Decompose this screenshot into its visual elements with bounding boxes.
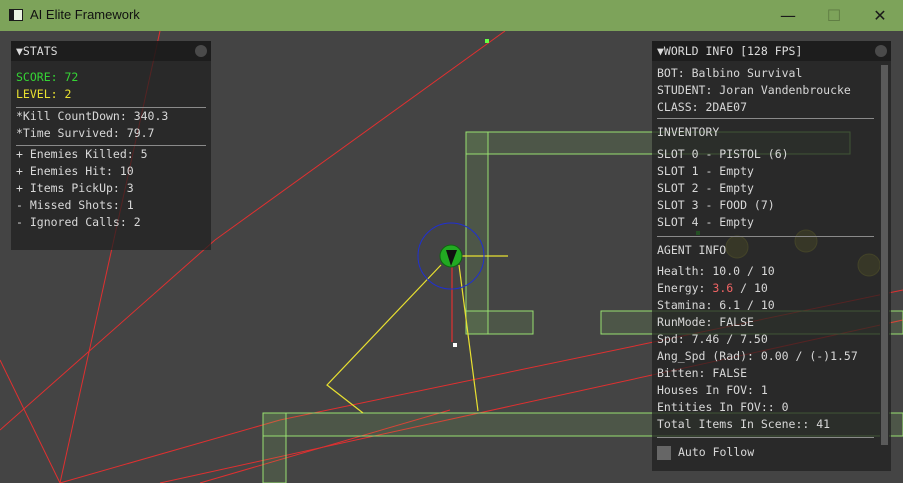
- enemies-killed-label: + Enemies Killed: 5: [16, 147, 148, 161]
- items-pickup-label: + Items PickUp: 3: [16, 181, 134, 195]
- total-items-label: Total Items In Scene:: 41: [657, 417, 831, 431]
- game-viewport[interactable]: ▼STATS SCORE: 72 LEVEL: 2 *Kill CountDow…: [0, 31, 903, 483]
- close-button[interactable]: ✕: [857, 0, 903, 31]
- scrollbar-thumb[interactable]: [881, 65, 888, 445]
- bot-label: BOT: Balbino Survival: [657, 66, 803, 80]
- minimize-button[interactable]: —: [765, 0, 811, 31]
- maximize-button[interactable]: ☐: [811, 0, 857, 31]
- window-title: AI Elite Framework: [30, 7, 140, 22]
- divider: [657, 437, 874, 438]
- energy-max: / 10: [733, 281, 768, 295]
- wall-segment: [465, 131, 489, 335]
- stats-panel-close-icon[interactable]: [195, 45, 207, 57]
- app-window-icon: [9, 9, 23, 21]
- energy-label-text: Energy:: [657, 281, 713, 295]
- time-survived-label: *Time Survived: 79.7: [16, 126, 155, 140]
- path-line: [59, 419, 281, 483]
- inventory-slot-2: SLOT 2 - Empty: [657, 181, 754, 195]
- agent-info-title: AGENT INFO: [657, 243, 727, 257]
- steering-target-marker: [453, 343, 457, 347]
- auto-follow-label[interactable]: Auto Follow: [678, 444, 754, 461]
- wall-segment: [262, 412, 287, 483]
- class-label: CLASS: 2DAE07: [657, 100, 748, 114]
- energy-label: Energy: 3.6 / 10: [657, 280, 768, 297]
- divider: [657, 236, 874, 237]
- ignored-calls-label: - Ignored Calls: 2: [16, 215, 141, 229]
- stamina-label: Stamina: 6.1 / 10: [657, 298, 775, 312]
- world-info-panel-header[interactable]: ▼WORLD INFO [128 FPS]: [652, 41, 891, 61]
- score-label: SCORE: 72: [16, 70, 79, 84]
- angular-speed-label: Ang_Spd (Rad): 0.00 / (-)1.57: [657, 349, 858, 363]
- bitten-label: Bitten: FALSE: [657, 366, 748, 380]
- level-label: LEVEL: 2: [16, 87, 72, 101]
- enemies-hit-label: + Enemies Hit: 10: [16, 164, 134, 178]
- inventory-slot-4: SLOT 4 - Empty: [657, 215, 754, 229]
- auto-follow-checkbox[interactable]: [657, 446, 671, 460]
- stats-panel: ▼STATS SCORE: 72 LEVEL: 2 *Kill CountDow…: [11, 41, 211, 250]
- missed-shots-label: - Missed Shots: 1: [16, 198, 134, 212]
- inventory-slot-3: SLOT 3 - FOOD (7): [657, 198, 775, 212]
- world-info-panel-close-icon[interactable]: [875, 45, 887, 57]
- checkpoint-marker: [485, 39, 489, 43]
- title-bar: AI Elite Framework — ☐ ✕: [0, 0, 903, 31]
- entities-in-fov-label: Entities In FOV:: 0: [657, 400, 789, 414]
- path-line: [214, 31, 506, 241]
- fov-left-edge: [326, 264, 442, 414]
- energy-value: 3.6: [712, 281, 734, 295]
- stats-panel-header[interactable]: ▼STATS: [11, 41, 211, 61]
- divider: [657, 118, 874, 119]
- run-mode-label: RunMode: FALSE: [657, 315, 754, 329]
- speed-label: Spd: 7.46 / 7.50: [657, 332, 768, 346]
- student-label: STUDENT: Joran Vandenbroucke: [657, 83, 851, 97]
- health-label: Health: 10.0 / 10: [657, 264, 775, 278]
- inventory-slot-0: SLOT 0 - PISTOL (6): [657, 147, 789, 161]
- wall-segment: [465, 310, 534, 335]
- inventory-title: INVENTORY: [657, 125, 720, 139]
- world-info-panel: ▼WORLD INFO [128 FPS] BOT: Balbino Survi…: [652, 41, 891, 471]
- houses-in-fov-label: Houses In FOV: 1: [657, 383, 768, 397]
- kill-countdown-label: *Kill CountDown: 340.3: [16, 109, 169, 123]
- world-info-scrollbar[interactable]: [880, 65, 889, 445]
- inventory-slot-1: SLOT 1 - Empty: [657, 164, 754, 178]
